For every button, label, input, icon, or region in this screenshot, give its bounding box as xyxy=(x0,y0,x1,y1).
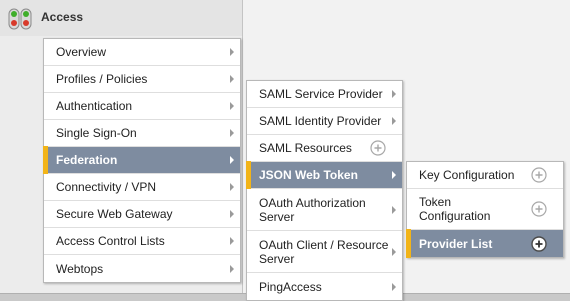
menu-item-label: OAuth Client / Resource Server xyxy=(259,237,389,266)
federation-submenu: SAML Service Provider SAML Identity Prov… xyxy=(246,80,403,301)
menu-item-webtops[interactable]: Webtops xyxy=(44,255,240,282)
traffic-light-icon xyxy=(8,8,32,30)
chevron-right-icon xyxy=(230,48,234,56)
menu-item-oauth-authorization-server[interactable]: OAuth Authorization Server xyxy=(247,189,402,231)
menu-item-label: OAuth Authorization Server xyxy=(259,195,366,224)
chevron-right-icon xyxy=(392,205,396,214)
menu-item-label: Secure Web Gateway xyxy=(56,207,173,221)
menu-item-label: SAML Service Provider xyxy=(259,87,383,101)
chevron-right-icon xyxy=(392,247,396,256)
menu-item-label: PingAccess xyxy=(259,279,322,294)
menu-item-label: SAML Resources xyxy=(259,141,352,155)
chevron-right-icon xyxy=(230,237,234,245)
menu-item-connectivity-vpn[interactable]: Connectivity / VPN xyxy=(44,174,240,201)
menu-item-label: Federation xyxy=(56,153,118,167)
menu-item-label: Key Configuration xyxy=(419,168,515,182)
menu-item-label: Overview xyxy=(56,45,107,59)
chevron-right-icon xyxy=(230,183,234,191)
menu-item-pingaccess[interactable]: PingAccess xyxy=(247,273,402,300)
chevron-right-icon xyxy=(230,210,234,218)
chevron-right-icon xyxy=(230,129,234,137)
menu-item-oauth-client-resource-server[interactable]: OAuth Client / Resource Server xyxy=(247,231,402,273)
chevron-right-icon xyxy=(230,264,234,273)
chevron-right-icon xyxy=(392,117,396,125)
menu-item-label: JSON Web Token xyxy=(259,168,358,182)
menu-item-label: Authentication xyxy=(56,99,133,113)
menu-item-label: Webtops xyxy=(56,261,104,276)
menu-item-saml-resources[interactable]: SAML Resources xyxy=(247,135,402,162)
chevron-right-icon xyxy=(392,282,396,291)
chevron-right-icon xyxy=(230,102,234,110)
menu-item-single-sign-on[interactable]: Single Sign-On xyxy=(44,120,240,147)
menu-item-authentication[interactable]: Authentication xyxy=(44,93,240,120)
menu-item-profiles-policies[interactable]: Profiles / Policies xyxy=(44,66,240,93)
menu-item-label: Token Configuration xyxy=(419,195,491,223)
menu-item-saml-service-provider[interactable]: SAML Service Provider xyxy=(247,81,402,108)
plus-circle-icon[interactable] xyxy=(531,201,547,217)
menu-item-label: Single Sign-On xyxy=(56,126,137,140)
menu-item-label: Provider List xyxy=(419,236,493,251)
menu-item-overview[interactable]: Overview xyxy=(44,39,240,66)
menu-item-token-configuration[interactable]: Token Configuration xyxy=(407,189,563,230)
menu-item-key-configuration[interactable]: Key Configuration xyxy=(407,162,563,189)
menu-item-secure-web-gateway[interactable]: Secure Web Gateway xyxy=(44,201,240,228)
menu-item-label: Connectivity / VPN xyxy=(56,180,157,194)
chevron-right-icon xyxy=(230,156,234,164)
menu-item-label: SAML Identity Provider xyxy=(259,114,382,128)
json-web-token-submenu: Key Configuration Token Configuration Pr… xyxy=(406,161,564,258)
plus-circle-icon[interactable] xyxy=(531,167,547,183)
menu-item-federation[interactable]: Federation xyxy=(43,146,240,174)
menu-item-access-control-lists[interactable]: Access Control Lists xyxy=(44,228,240,255)
plus-circle-icon[interactable] xyxy=(370,140,386,156)
chevron-right-icon xyxy=(230,75,234,83)
access-menu: Overview Profiles / Policies Authenticat… xyxy=(43,38,241,283)
menu-item-provider-list[interactable]: Provider List xyxy=(406,229,563,258)
menu-item-label: Access Control Lists xyxy=(56,234,165,248)
chevron-right-icon xyxy=(392,171,396,179)
menu-item-saml-identity-provider[interactable]: SAML Identity Provider xyxy=(247,108,402,135)
plus-circle-icon[interactable] xyxy=(531,235,547,252)
app-title: Access xyxy=(41,10,84,24)
menu-item-json-web-token[interactable]: JSON Web Token xyxy=(246,161,402,189)
chevron-right-icon xyxy=(392,90,396,98)
menu-item-label: Profiles / Policies xyxy=(56,72,148,86)
app-header: Access xyxy=(0,0,242,36)
